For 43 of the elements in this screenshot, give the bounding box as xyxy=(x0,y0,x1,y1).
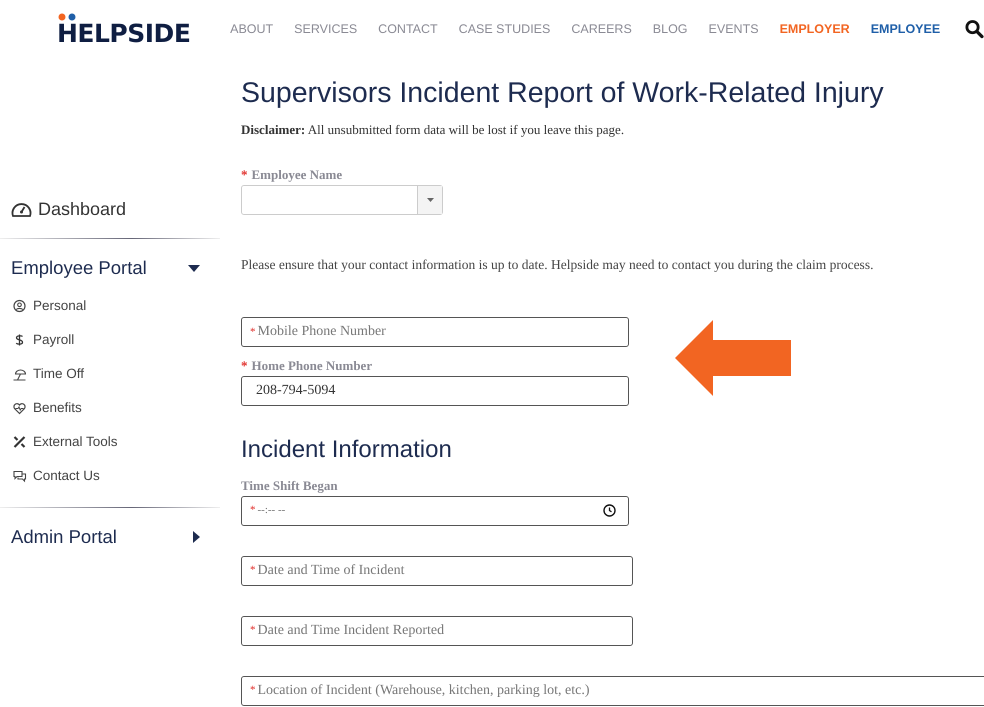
umbrella-icon xyxy=(12,367,27,381)
caret-icon[interactable] xyxy=(188,264,200,272)
field-label: Time Shift Began xyxy=(241,478,339,492)
input-field[interactable]: *Location of Incident (Warehouse, kitchen, parking lot, etc.) xyxy=(241,676,984,706)
section-title[interactable]: Employee Portal xyxy=(11,254,147,282)
input-field[interactable]: *Mobile Phone Number xyxy=(241,316,629,347)
dashboard-link[interactable]: Dashboard xyxy=(38,196,126,222)
search-icon[interactable] xyxy=(965,19,984,39)
disclaimer-text: Disclaimer: All unsubmitted form data will be lost if you leave this page. xyxy=(241,121,626,140)
clock-icon[interactable] xyxy=(603,504,616,518)
info-text: Please ensure that your contact information is up to date. Helpside may need to contact you during the claim process. xyxy=(241,256,874,274)
logo[interactable]: HELPSIDE xyxy=(57,12,190,46)
sidebar-item[interactable]: Contact Us xyxy=(0,459,220,493)
sidebar-item[interactable]: External Tools xyxy=(0,425,220,459)
sidebar-item[interactable]: Benefits xyxy=(0,391,220,425)
time-field[interactable]: * --:-- -- xyxy=(241,496,629,526)
heart-icon xyxy=(12,401,27,415)
speedometer-icon xyxy=(11,200,32,218)
caret-icon xyxy=(426,198,434,202)
section-title[interactable]: Admin Portal xyxy=(11,523,117,551)
nav-link[interactable]: EMPLOYEE xyxy=(870,20,940,38)
input-field[interactable]: 208-794-5094 xyxy=(241,376,629,406)
nav-link[interactable]: SERVICES xyxy=(294,20,358,38)
nav-link[interactable]: BLOG xyxy=(652,20,688,38)
nav-link[interactable]: EVENTS xyxy=(708,20,759,38)
nav-link[interactable]: ABOUT xyxy=(230,20,274,38)
field-label: * Employee Name xyxy=(241,168,344,181)
input-field[interactable]: *Date and Time of Incident xyxy=(241,556,633,586)
chat-icon xyxy=(12,469,27,483)
field-label: * Home Phone Number xyxy=(241,358,374,372)
input-field[interactable]: *Date and Time Incident Reported xyxy=(241,616,633,646)
sidebar-item[interactable]: Personal xyxy=(0,289,220,323)
nav-link[interactable]: EMPLOYER xyxy=(780,20,850,38)
sidebar-item[interactable]: Time Off xyxy=(0,357,220,391)
page-title: Supervisors Incident Report of Work-Related Injury xyxy=(241,76,885,110)
caret-icon[interactable] xyxy=(193,531,200,543)
nav-link[interactable]: CASE STUDIES xyxy=(458,20,550,38)
sidebar-item[interactable]: Payroll xyxy=(0,323,220,357)
user-icon xyxy=(12,299,27,313)
tools-icon xyxy=(12,435,27,449)
nav-link[interactable]: CONTACT xyxy=(378,20,438,38)
nav-link[interactable]: CAREERS xyxy=(571,20,632,38)
section-heading: Incident Information xyxy=(241,436,453,465)
